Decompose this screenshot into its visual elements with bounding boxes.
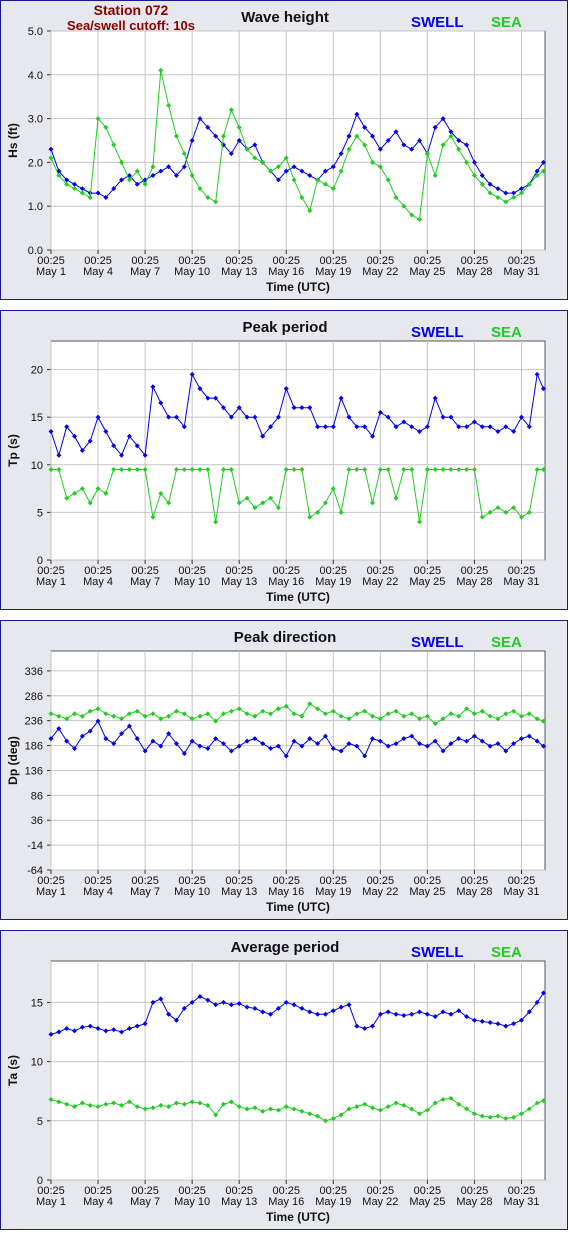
y-tick-label: 3.0 xyxy=(28,114,43,126)
x-tick-date: May 16 xyxy=(268,1196,304,1208)
x-tick-date: May 10 xyxy=(174,1196,210,1208)
x-tick-date: May 25 xyxy=(409,1196,445,1208)
x-tick-date: May 28 xyxy=(456,576,492,588)
y-tick-label: 36 xyxy=(31,815,43,827)
legend-sea: SEA xyxy=(491,324,522,341)
x-tick-date: May 19 xyxy=(315,266,351,278)
chart-title: Peak period xyxy=(242,319,327,336)
y-tick-label: 186 xyxy=(25,741,43,753)
x-tick-date: May 10 xyxy=(174,266,210,278)
y-axis-title: Tp (s) xyxy=(6,434,20,467)
x-tick-date: May 31 xyxy=(503,266,539,278)
legend-sea: SEA xyxy=(491,944,522,961)
y-tick-label: 5 xyxy=(37,507,43,519)
x-tick-date: May 22 xyxy=(362,1196,398,1208)
x-tick-date: May 25 xyxy=(409,576,445,588)
y-tick-label: 15 xyxy=(31,412,43,424)
y-tick-label: 336 xyxy=(25,666,43,678)
legend-swell: SWELL xyxy=(411,944,464,961)
chart-title: Average period xyxy=(231,939,340,956)
x-tick-date: May 16 xyxy=(268,886,304,898)
plot-area xyxy=(50,340,546,561)
wave-height-panel: Station 072 0.01.02.03.04.05.000:25May 1… xyxy=(0,0,568,300)
x-axis-title: Time (UTC) xyxy=(266,280,330,294)
chart-svg-peak-direction: -64-14368613618623628633600:25May 100:25… xyxy=(6,629,546,914)
x-tick-date: May 7 xyxy=(130,1196,160,1208)
x-tick-date: May 16 xyxy=(268,266,304,278)
x-tick-date: May 4 xyxy=(83,266,113,278)
y-tick-label: 5 xyxy=(37,1116,43,1128)
y-axis-title: Hs (ft) xyxy=(6,123,20,158)
y-tick-label: 2.0 xyxy=(28,157,43,169)
chart-title: Peak direction xyxy=(234,629,337,646)
legend-swell: SWELL xyxy=(411,634,464,651)
x-tick-date: May 31 xyxy=(503,576,539,588)
x-tick-date: May 7 xyxy=(130,576,160,588)
legend-swell: SWELL xyxy=(411,324,464,341)
x-tick-date: May 16 xyxy=(268,576,304,588)
legend-swell: SWELL xyxy=(411,14,464,31)
x-tick-date: May 13 xyxy=(221,266,257,278)
y-tick-label: 15 xyxy=(31,997,43,1009)
y-tick-label: 86 xyxy=(31,790,43,802)
y-axis-title: Dp (deg) xyxy=(6,736,20,785)
chart-svg-average-period: 05101500:25May 100:25May 400:25May 700:2… xyxy=(6,939,546,1224)
x-tick-date: May 7 xyxy=(130,886,160,898)
x-tick-date: May 1 xyxy=(36,266,66,278)
legend-sea: SEA xyxy=(491,14,522,31)
x-tick-date: May 28 xyxy=(456,886,492,898)
x-axis-title: Time (UTC) xyxy=(266,1210,330,1224)
x-tick-date: May 7 xyxy=(130,266,160,278)
x-tick-date: May 13 xyxy=(221,886,257,898)
y-tick-label: 5.0 xyxy=(28,26,43,38)
x-tick-date: May 1 xyxy=(36,576,66,588)
y-tick-label: 136 xyxy=(25,765,43,777)
y-tick-label: 10 xyxy=(31,460,43,472)
x-tick-date: May 10 xyxy=(174,886,210,898)
x-tick-date: May 4 xyxy=(83,1196,113,1208)
x-tick-date: May 25 xyxy=(409,886,445,898)
plot-area xyxy=(50,30,546,251)
plot-area xyxy=(50,960,546,1181)
x-tick-date: May 10 xyxy=(174,576,210,588)
peak-direction-panel: -64 -14 36 86 136 186 236 286 336 00:25 May 1 00:25… xyxy=(0,620,568,920)
x-tick-date: May 22 xyxy=(362,266,398,278)
x-tick-date: May 22 xyxy=(362,576,398,588)
y-tick-label: 1.0 xyxy=(28,201,43,213)
x-tick-date: May 13 xyxy=(221,576,257,588)
y-tick-label: 4.0 xyxy=(28,70,43,82)
x-axis-title: Time (UTC) xyxy=(266,590,330,604)
y-tick-label: 286 xyxy=(25,691,43,703)
y-tick-label: -14 xyxy=(27,840,43,852)
x-tick-date: May 19 xyxy=(315,1196,351,1208)
x-tick-date: May 22 xyxy=(362,886,398,898)
x-tick-date: May 25 xyxy=(409,266,445,278)
peak-period-panel: 0 5 10 15 20 00:25 May 1 00:25 May 4 00:25 May 7 00… xyxy=(0,310,568,610)
cutoff-label: Sea/swell cutoff: 10s xyxy=(67,18,195,33)
x-tick-date: May 13 xyxy=(221,1196,257,1208)
x-tick-date: May 28 xyxy=(456,266,492,278)
x-tick-date: May 4 xyxy=(83,886,113,898)
x-tick-date: May 28 xyxy=(456,1196,492,1208)
x-tick-date: May 19 xyxy=(315,576,351,588)
x-tick-date: May 1 xyxy=(36,1196,66,1208)
chart-svg-peak-period: 0510152000:25May 100:25May 400:25May 700… xyxy=(6,319,546,604)
x-tick-date: May 4 xyxy=(83,576,113,588)
y-tick-label: 20 xyxy=(31,365,43,377)
y-axis-title: Ta (s) xyxy=(6,1055,20,1086)
y-tick-label: 236 xyxy=(25,716,43,728)
average-period-panel: 0 5 10 15 00:25 May 1 00:25 May 4 00:25 May 7 00:2… xyxy=(0,930,568,1230)
x-tick-date: May 19 xyxy=(315,886,351,898)
plot-area xyxy=(50,650,546,871)
x-tick-date: May 31 xyxy=(503,1196,539,1208)
chart-svg-wave-height: 0.01.02.03.04.05.000:25May 100:25May 400… xyxy=(6,2,546,294)
x-tick-date: May 1 xyxy=(36,886,66,898)
y-tick-label: 10 xyxy=(31,1057,43,1069)
station-title: Station 072 xyxy=(94,2,169,18)
legend-sea: SEA xyxy=(491,634,522,651)
x-tick-date: May 31 xyxy=(503,886,539,898)
x-axis-title: Time (UTC) xyxy=(266,900,330,914)
chart-title: Wave height xyxy=(241,9,329,26)
